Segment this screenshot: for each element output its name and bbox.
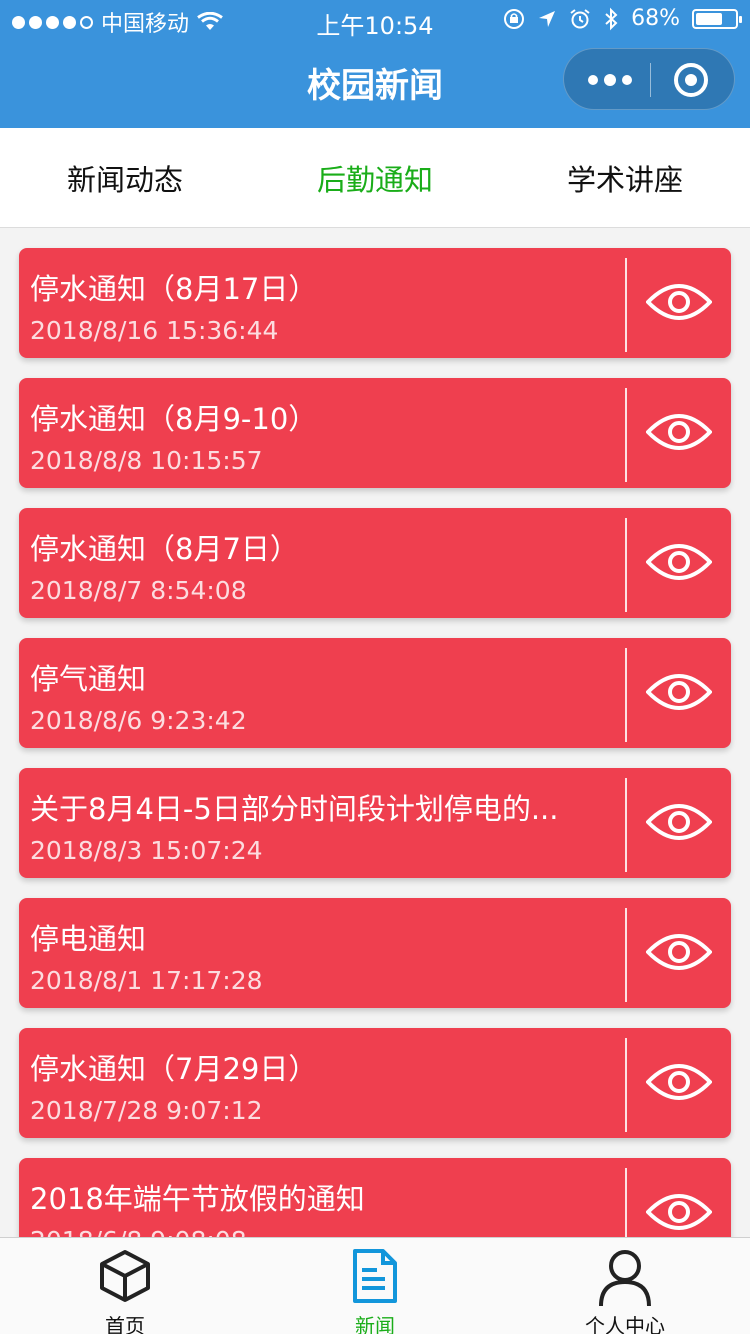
item-divider (625, 1038, 627, 1132)
list-item[interactable]: 停电通知 2018/8/1 17:17:28 (19, 898, 731, 1008)
item-title: 停水通知（8月17日） (30, 272, 318, 306)
alarm-icon (570, 8, 590, 28)
tabbar-label-home: 首页 (105, 1314, 145, 1334)
tab-news-updates[interactable]: 新闻动态 (0, 128, 250, 227)
item-time: 2018/8/16 15:36:44 (30, 316, 279, 345)
item-title: 停电通知 (30, 922, 147, 956)
battery-icon (692, 8, 742, 29)
item-title: 2018年端午节放假的通知 (30, 1182, 365, 1216)
list-item[interactable]: 停水通知（8月9-10） 2018/8/8 10:15:57 (19, 378, 731, 488)
list-item[interactable]: 停气通知 2018/8/6 9:23:42 (19, 638, 731, 748)
item-divider (625, 518, 627, 612)
cube-icon (100, 1250, 150, 1302)
capsule-divider (650, 63, 651, 97)
app-screen: 中国移动 上午10:54 68% 校园新闻 新闻动态 后勤通知 学术讲座 停水通… (0, 0, 750, 1334)
item-divider (625, 908, 627, 1002)
tabbar-item-profile[interactable]: 个人中心 (500, 1238, 750, 1334)
eye-icon[interactable] (646, 278, 712, 326)
notice-list: 停水通知（8月17日） 2018/8/16 15:36:44 停水通知（8月9-… (0, 229, 750, 1237)
tabbar-label-news: 新闻 (355, 1314, 395, 1334)
item-divider (625, 1168, 627, 1237)
eye-icon[interactable] (646, 798, 712, 846)
category-tabs: 新闻动态 后勤通知 学术讲座 (0, 128, 750, 228)
more-icon[interactable] (586, 71, 634, 89)
item-title: 停水通知（7月29日） (30, 1052, 318, 1086)
eye-icon[interactable] (646, 928, 712, 976)
item-title: 停水通知（8月9-10） (30, 402, 318, 436)
item-divider (625, 778, 627, 872)
item-time: 2018/6/8 9:08:08 (30, 1226, 247, 1237)
item-title: 停水通知（8月7日） (30, 532, 299, 566)
eye-icon[interactable] (646, 538, 712, 586)
mini-program-capsule (563, 48, 735, 110)
item-title: 关于8月4日-5日部分时间段计划停电的... (30, 792, 559, 826)
close-target-icon[interactable] (674, 63, 708, 97)
item-time: 2018/8/7 8:54:08 (30, 576, 247, 605)
item-time: 2018/8/8 10:15:57 (30, 446, 263, 475)
eye-icon[interactable] (646, 668, 712, 716)
list-item[interactable]: 2018年端午节放假的通知 2018/6/8 9:08:08 (19, 1158, 731, 1237)
location-icon (539, 10, 556, 27)
list-item[interactable]: 停水通知（8月17日） 2018/8/16 15:36:44 (19, 248, 731, 358)
item-time: 2018/8/3 15:07:24 (30, 836, 263, 865)
item-time: 2018/8/6 9:23:42 (30, 706, 247, 735)
top-bar: 中国移动 上午10:54 68% 校园新闻 (0, 0, 750, 128)
eye-icon[interactable] (646, 1058, 712, 1106)
list-item[interactable]: 停水通知（7月29日） 2018/7/28 9:07:12 (19, 1028, 731, 1138)
item-title: 停气通知 (30, 662, 147, 696)
battery-fill (696, 12, 722, 25)
list-item[interactable]: 关于8月4日-5日部分时间段计划停电的... 2018/8/3 15:07:24 (19, 768, 731, 878)
item-divider (625, 648, 627, 742)
rotation-lock-icon (504, 8, 525, 29)
tab-academic-lectures[interactable]: 学术讲座 (500, 128, 750, 227)
eye-icon[interactable] (646, 408, 712, 456)
tabbar-label-profile: 个人中心 (585, 1314, 665, 1334)
item-time: 2018/7/28 9:07:12 (30, 1096, 263, 1125)
tab-logistics-notices[interactable]: 后勤通知 (250, 128, 500, 227)
tabbar-item-news[interactable]: 新闻 (250, 1238, 500, 1334)
list-item[interactable]: 停水通知（8月7日） 2018/8/7 8:54:08 (19, 508, 731, 618)
status-right: 68% (503, 6, 742, 31)
bottom-tab-bar: 首页 新闻 个人中心 (0, 1237, 750, 1334)
item-time: 2018/8/1 17:17:28 (30, 966, 263, 995)
bluetooth-icon (605, 7, 618, 30)
document-icon (353, 1249, 397, 1303)
eye-icon[interactable] (646, 1188, 712, 1236)
tabbar-item-home[interactable]: 首页 (0, 1238, 250, 1334)
status-bar: 中国移动 上午10:54 68% (0, 0, 750, 40)
user-icon (599, 1250, 651, 1307)
item-divider (625, 388, 627, 482)
item-divider (625, 258, 627, 352)
battery-percent: 68% (631, 6, 680, 31)
